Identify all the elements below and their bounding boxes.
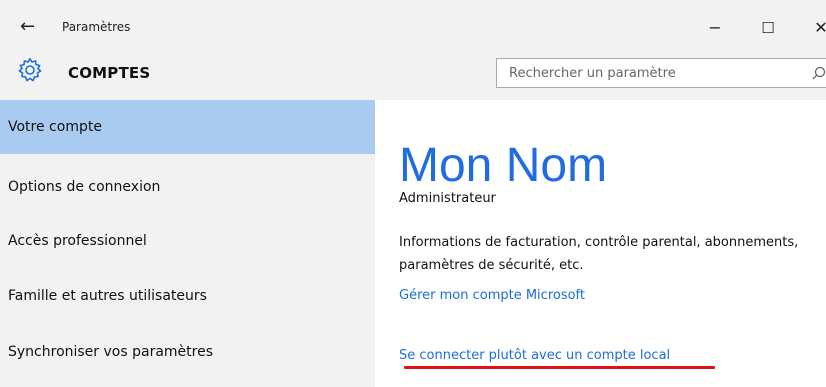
back-arrow-icon[interactable]: ←: [20, 16, 46, 38]
maximize-button[interactable]: ☐: [753, 14, 783, 42]
gear-icon: [18, 57, 42, 82]
sidebar-item-votre-compte[interactable]: Votre compte: [0, 100, 375, 154]
red-underline-annotation: [404, 366, 715, 369]
search-box[interactable]: [496, 58, 826, 88]
manage-microsoft-account-link[interactable]: Gérer mon compte Microsoft: [399, 288, 585, 303]
title-bar: ← Paramètres − ☐ ✕: [0, 0, 826, 52]
window-title: Paramètres: [62, 20, 131, 34]
sidebar-item-acces-professionnel[interactable]: Accès professionnel: [0, 214, 375, 268]
account-info-text: Informations de facturation, contrôle pa…: [399, 235, 799, 273]
sidebar-item-options-connexion[interactable]: Options de connexion: [0, 160, 375, 214]
main-content: Mon Nom Administrateur Informations de f…: [375, 100, 826, 387]
sidebar-item-famille[interactable]: Famille et autres utilisateurs: [0, 269, 375, 323]
sidebar-item-synchroniser[interactable]: Synchroniser vos paramètres: [0, 325, 375, 379]
close-button[interactable]: ✕: [806, 14, 826, 42]
user-name: Mon Nom: [399, 139, 608, 192]
settings-header: COMPTES: [0, 52, 826, 100]
search-input[interactable]: [497, 59, 826, 87]
local-account-link[interactable]: Se connecter plutôt avec un compte local: [399, 348, 670, 363]
minimize-button[interactable]: −: [700, 14, 730, 42]
user-role: Administrateur: [399, 191, 496, 206]
section-title: COMPTES: [68, 64, 151, 82]
search-icon[interactable]: [811, 65, 826, 81]
sidebar: Votre compte Options de connexion Accès …: [0, 100, 375, 387]
